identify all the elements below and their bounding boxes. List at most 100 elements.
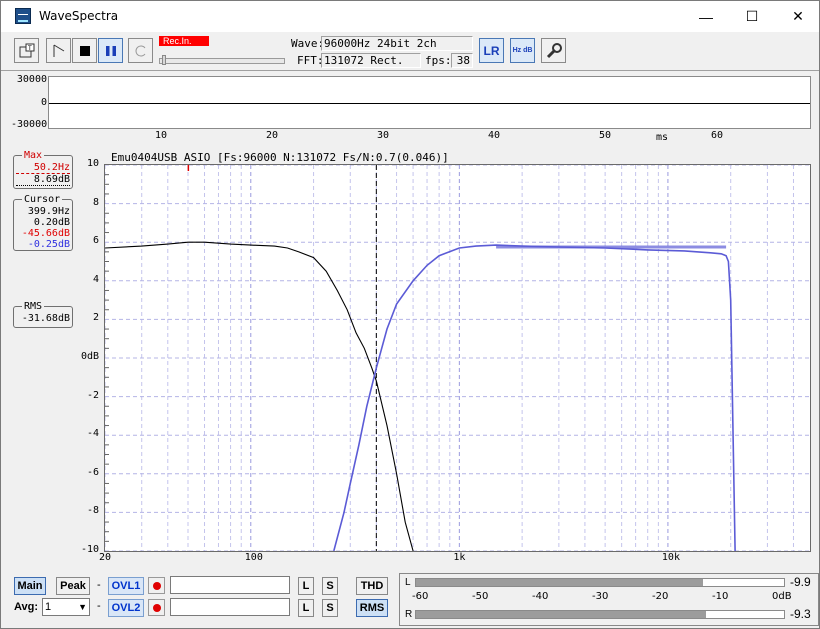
meter-l-fill (416, 579, 703, 586)
record-icon (153, 582, 161, 590)
max-freq: 50.2Hz (16, 162, 70, 174)
record-l-button[interactable] (148, 577, 165, 594)
wave-format-display: 96000Hz 24bit 2ch (321, 36, 473, 51)
main-button[interactable]: Main (14, 577, 46, 595)
meter-scale-label: -60 (412, 591, 429, 602)
cursor-caption: Cursor (22, 194, 63, 205)
meter-r-value: -9.3 (790, 607, 811, 621)
spectrum-plot[interactable] (104, 164, 811, 552)
meter-scale-label: -40 (532, 591, 549, 602)
lr-channel-button[interactable]: LR (479, 38, 504, 63)
flag-icon (53, 44, 64, 57)
svg-text:T: T (27, 45, 32, 52)
scope-x-label: 40 (488, 130, 501, 141)
bottom-controls: Main Peak - OVL1 L S THD Avg: 1 ▼ - OVL2… (1, 568, 819, 628)
wrench-icon (546, 42, 562, 58)
ovl1-field[interactable] (170, 576, 290, 594)
meter-scale-label: -30 (592, 591, 609, 602)
hz-db-scale-button[interactable]: Hz dB (510, 38, 535, 63)
minimize-button[interactable]: — (683, 1, 729, 32)
rms-caption: RMS (22, 301, 45, 312)
spectrum-x-label: 100 (244, 552, 263, 563)
meter-scale-label: 0dB (772, 591, 792, 602)
spectrum-y-label: 10 (86, 158, 99, 169)
fft-setting-display: 131072 Rect. (321, 53, 421, 68)
fps-display: 38 (451, 53, 473, 68)
spectrum-y-label: -4 (86, 428, 99, 440)
meter-scale-label: -20 (652, 591, 669, 602)
ovl2-indicator: OVL2 (108, 599, 144, 617)
meter-l-value: -9.9 (790, 575, 811, 589)
level-meter: L -9.9 -60 -50 -40 -30 -20 -10 0dB R -9.3 (399, 573, 819, 626)
cursor-value: 0.20dB (33, 217, 70, 228)
record-mode-button[interactable] (46, 38, 71, 63)
scope-x-label: 20 (266, 130, 279, 141)
meter-r-fill (416, 611, 706, 618)
settings-button[interactable] (541, 38, 566, 63)
avg-label: Avg: (14, 601, 39, 613)
record-r-button[interactable] (148, 599, 165, 616)
device-settings-button[interactable]: T (14, 38, 39, 63)
scope-x-label: 50 (599, 130, 612, 141)
scope-y-label: 0 (40, 97, 47, 108)
refresh-icon (135, 45, 145, 56)
title-bar: WaveSpectra — ☐ ✕ (1, 1, 819, 32)
max-caption: Max (22, 150, 45, 161)
fft-label: FFT: (297, 54, 324, 67)
thd-button[interactable]: THD (356, 577, 388, 595)
app-icon (15, 8, 31, 24)
lr-icon: LR (483, 43, 500, 58)
cursor-freq: 399.9Hz (27, 206, 70, 217)
avg-select[interactable]: 1 ▼ (42, 598, 90, 616)
wave-label: Wave: (291, 37, 325, 50)
meter-l-label: L (405, 577, 411, 588)
spectrum-y-label: 0dB (80, 351, 99, 362)
s-button-1[interactable]: S (322, 577, 338, 595)
spectrum-x-label: 10k (661, 552, 680, 563)
peak-button[interactable]: Peak (56, 577, 90, 595)
close-button[interactable]: ✕ (775, 1, 820, 32)
spectrum-y-label: 2 (92, 312, 99, 324)
close-icon: ✕ (792, 8, 804, 24)
maximize-button[interactable]: ☐ (729, 1, 775, 32)
rms-button[interactable]: RMS (356, 599, 388, 617)
cursor-value-r: -0.25dB (27, 239, 70, 250)
meter-l-bar (415, 578, 785, 587)
waveform-plot[interactable] (48, 76, 811, 129)
spectrum-chart (104, 164, 810, 552)
pause-button[interactable] (98, 38, 123, 63)
spectrum-panel: Emu0404USB ASIO [Fs:96000 N:131072 Fs/N:… (11, 149, 811, 563)
spectrum-y-label: -2 (86, 389, 99, 401)
waveform-panel: 30000 0 -30000 10 20 30 40 50 ms 60 (11, 74, 811, 146)
l-button-1[interactable]: L (298, 577, 314, 595)
window-title: WaveSpectra (39, 9, 119, 23)
meter-scale-label: -10 (712, 591, 729, 602)
s-button-2[interactable]: S (322, 599, 338, 617)
stop-button[interactable] (72, 38, 97, 63)
series-highpass-line (333, 244, 736, 552)
app-window: WaveSpectra — ☐ ✕ T Rec.In. Wave: 96000H… (0, 0, 820, 629)
ovl2-field[interactable] (170, 598, 290, 616)
l-button-2[interactable]: L (298, 599, 314, 617)
chevron-down-icon: ▼ (78, 602, 87, 612)
spectrum-x-label: 1k (453, 552, 466, 563)
rec-input-indicator: Rec.In. (159, 36, 209, 46)
slider-thumb[interactable] (162, 55, 166, 65)
rms-value: -31.68dB (21, 313, 70, 324)
scope-y-label: -30000 (11, 119, 48, 130)
separator: - (97, 579, 101, 591)
device-icon: T (19, 43, 34, 57)
spectrum-y-label: 4 (92, 273, 99, 285)
spectrum-y-label: 6 (92, 235, 99, 247)
spectrum-title: Emu0404USB ASIO [Fs:96000 N:131072 Fs/N:… (111, 151, 449, 164)
pause-icon (105, 45, 116, 56)
spectrum-x-label: 20 (99, 552, 112, 563)
restart-button[interactable] (128, 38, 153, 63)
spectrum-y-label: -8 (86, 505, 99, 517)
meter-r-bar (415, 610, 785, 619)
scope-y-label: 30000 (16, 74, 47, 85)
input-level-slider[interactable] (159, 55, 285, 65)
scope-x-label: 10 (155, 130, 168, 141)
ovl1-indicator: OVL1 (108, 577, 144, 595)
meter-r-label: R (405, 609, 413, 620)
